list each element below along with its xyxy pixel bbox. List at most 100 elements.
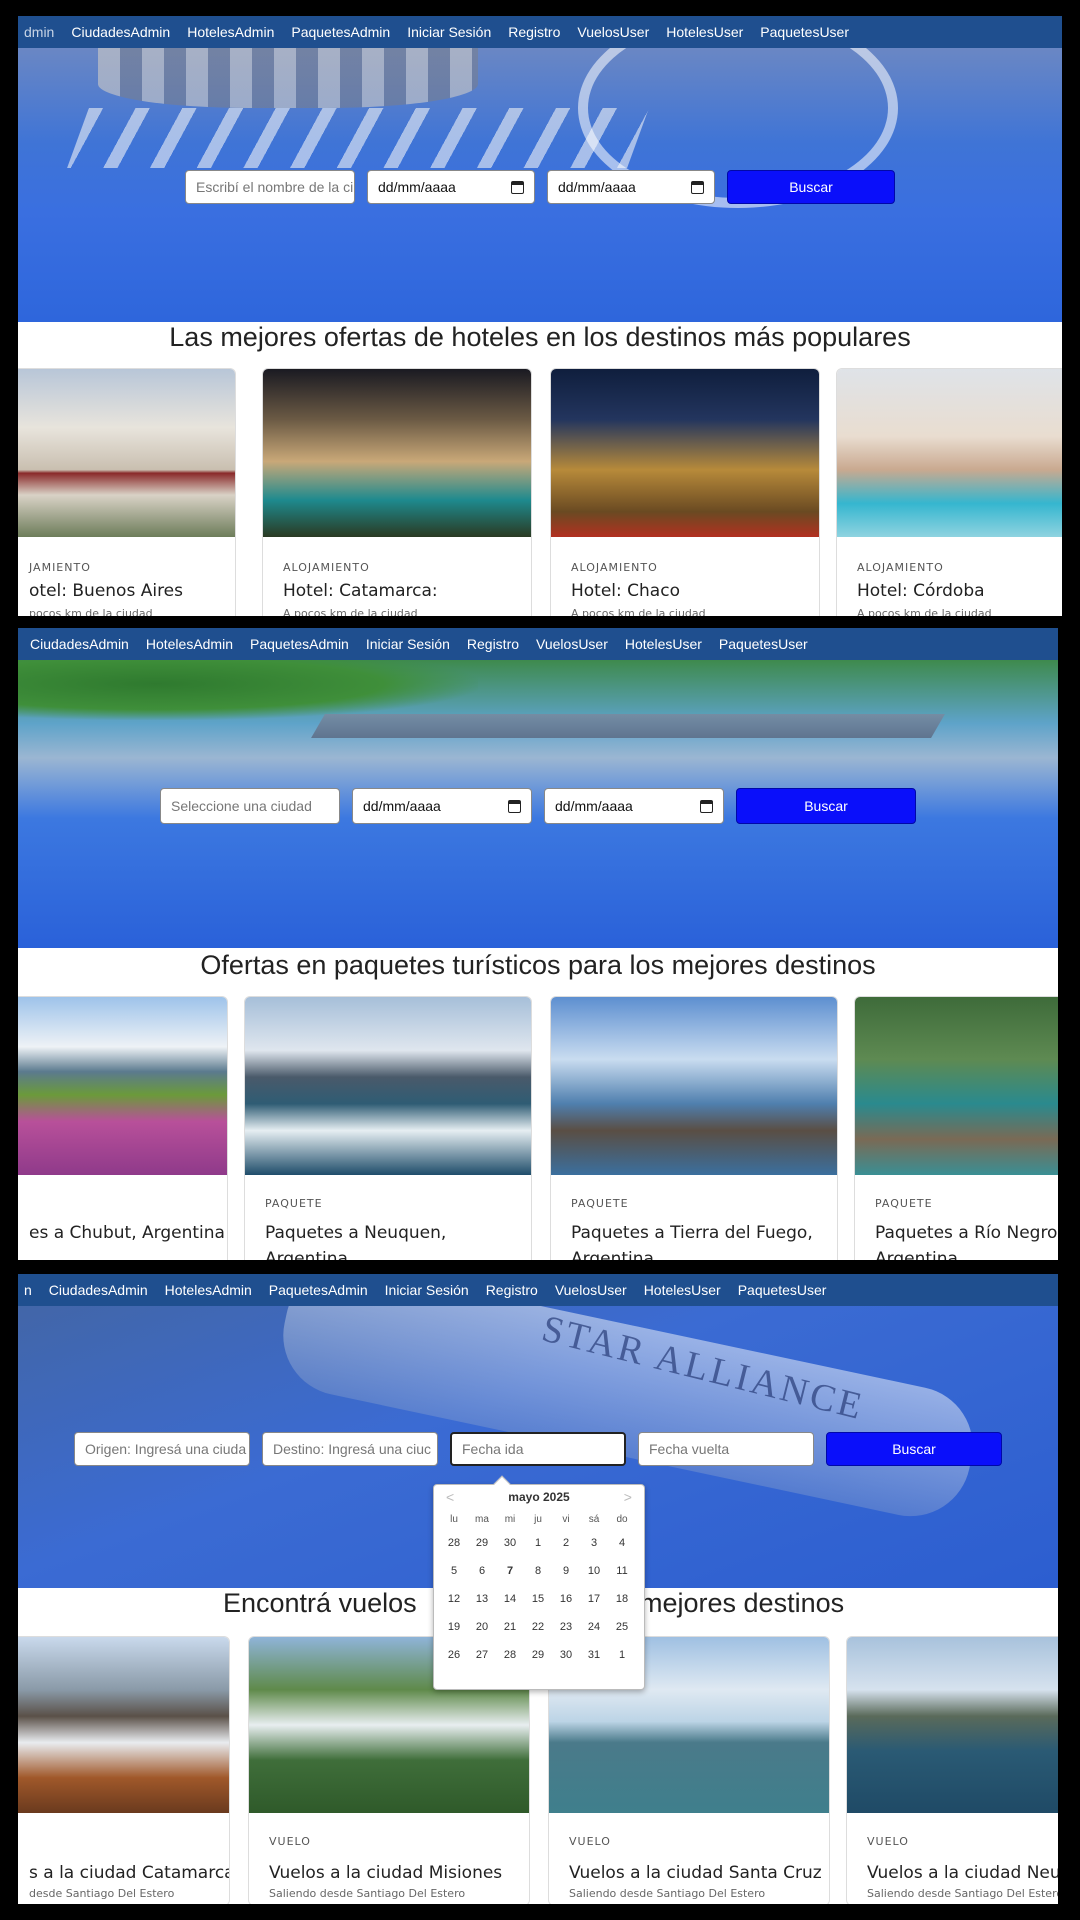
nav-item-login[interactable]: Iniciar Sesión	[385, 1282, 469, 1298]
day-cell[interactable]: 24	[580, 1613, 608, 1641]
calendar-icon[interactable]	[508, 799, 521, 813]
nav-item-ciudades-admin[interactable]: CiudadesAdmin	[30, 636, 129, 652]
day-cell[interactable]: 18	[608, 1585, 636, 1613]
flight-card[interactable]: s a la ciudad Catamarca desde Santiago D…	[18, 1636, 230, 1904]
day-cell[interactable]: 23	[552, 1613, 580, 1641]
end-date-input[interactable]: dd/mm/aaaa	[544, 788, 724, 824]
navbar: dmin CiudadesAdmin HotelesAdmin Paquetes…	[18, 16, 1062, 48]
package-card[interactable]: PAQUETE Paquetes a Río Negro, Argentina	[854, 996, 1058, 1260]
day-cell[interactable]: 7	[496, 1557, 524, 1585]
nav-item-registro[interactable]: Registro	[508, 24, 560, 40]
day-cell[interactable]: 28	[440, 1529, 468, 1557]
day-cell[interactable]: 28	[496, 1641, 524, 1669]
day-cell[interactable]: 9	[552, 1557, 580, 1585]
calendar-icon[interactable]	[700, 799, 713, 813]
flight-search-bar: Origen: Ingresá una ciuda Destino: Ingre…	[18, 1432, 1058, 1466]
datepicker-popup: < mayo 2025 > lu ma mi ju vi sá do 28 29 30 1 2 3 4 5 6…	[433, 1475, 645, 1690]
return-date-input[interactable]: Fecha vuelta	[638, 1432, 814, 1466]
section-title: Las mejores ofertas de hoteles en los de…	[169, 322, 911, 352]
departure-date-input[interactable]: Fecha ida	[450, 1432, 626, 1466]
flight-card[interactable]: VUELO Vuelos a la ciudad Neuq Saliendo d…	[846, 1636, 1058, 1904]
chevron-left-icon[interactable]: <	[446, 1489, 454, 1505]
nav-item-hoteles-admin[interactable]: HotelesAdmin	[187, 24, 274, 40]
day-cell[interactable]: 5	[440, 1557, 468, 1585]
day-cell[interactable]: 27	[468, 1641, 496, 1669]
day-cell[interactable]: 12	[440, 1585, 468, 1613]
origin-input[interactable]: Origen: Ingresá una ciuda	[74, 1432, 250, 1466]
nav-item-paquetes-admin[interactable]: PaquetesAdmin	[250, 636, 349, 652]
hotel-image	[18, 369, 235, 537]
day-cell[interactable]: 22	[524, 1613, 552, 1641]
day-cell[interactable]: 10	[580, 1557, 608, 1585]
start-date-input[interactable]: dd/mm/aaaa	[352, 788, 532, 824]
nav-item-ciudades-admin[interactable]: CiudadesAdmin	[49, 1282, 148, 1298]
day-cell[interactable]: 13	[468, 1585, 496, 1613]
day-cell[interactable]: 31	[580, 1641, 608, 1669]
nav-item-vuelos-user[interactable]: VuelosUser	[577, 24, 649, 40]
calendar-icon[interactable]	[691, 180, 704, 194]
nav-item-hoteles-user[interactable]: HotelesUser	[625, 636, 702, 652]
day-cell[interactable]: 3	[580, 1529, 608, 1557]
nav-item-registro[interactable]: Registro	[467, 636, 519, 652]
day-cell[interactable]: 15	[524, 1585, 552, 1613]
day-cell[interactable]: 17	[580, 1585, 608, 1613]
day-cell[interactable]: 30	[552, 1641, 580, 1669]
nav-item-paquetes-user[interactable]: PaquetesUser	[760, 24, 849, 40]
nav-item-paquetes-user[interactable]: PaquetesUser	[719, 636, 808, 652]
hotels-screenshot: dmin CiudadesAdmin HotelesAdmin Paquetes…	[18, 16, 1062, 616]
nav-item-login[interactable]: Iniciar Sesión	[366, 636, 450, 652]
flight-image	[18, 1637, 229, 1813]
city-select[interactable]: Seleccione una ciudad	[160, 788, 340, 824]
day-cell[interactable]: 16	[552, 1585, 580, 1613]
day-cell[interactable]: 29	[468, 1529, 496, 1557]
nav-item-hoteles-user[interactable]: HotelesUser	[666, 24, 743, 40]
day-cell[interactable]: 19	[440, 1613, 468, 1641]
hotel-card[interactable]: ALOJAMIENTO Hotel: Chaco A pocos km de l…	[550, 368, 820, 616]
day-cell[interactable]: 29	[524, 1641, 552, 1669]
day-cell[interactable]: 26	[440, 1641, 468, 1669]
day-cell[interactable]: 1	[608, 1641, 636, 1669]
calendar-icon[interactable]	[511, 180, 524, 194]
nav-item-registro[interactable]: Registro	[486, 1282, 538, 1298]
nav-item-vuelos-user[interactable]: VuelosUser	[536, 636, 608, 652]
nav-item-vuelos-user[interactable]: VuelosUser	[555, 1282, 627, 1298]
day-cell[interactable]: 21	[496, 1613, 524, 1641]
hotel-card[interactable]: JAMIENTO otel: Buenos Aires pocos km de …	[18, 368, 236, 616]
day-cell[interactable]: 14	[496, 1585, 524, 1613]
nav-item-paquetes-user[interactable]: PaquetesUser	[738, 1282, 827, 1298]
nav-item-admin[interactable]: dmin	[24, 24, 54, 40]
nav-item-hoteles-admin[interactable]: HotelesAdmin	[146, 636, 233, 652]
nav-item-ciudades-admin[interactable]: CiudadesAdmin	[71, 24, 170, 40]
package-card[interactable]: PAQUETE Paquetes a Tierra del Fuego, Arg…	[550, 996, 838, 1260]
nav-item-hoteles-admin[interactable]: HotelesAdmin	[165, 1282, 252, 1298]
day-cell[interactable]: 11	[608, 1557, 636, 1585]
package-card[interactable]: es a Chubut, Argentina	[18, 996, 228, 1260]
package-card[interactable]: PAQUETE Paquetes a Neuquen, Argentina	[244, 996, 532, 1260]
day-cell[interactable]: 2	[552, 1529, 580, 1557]
search-button[interactable]: Buscar	[826, 1432, 1002, 1466]
day-cell[interactable]: 8	[524, 1557, 552, 1585]
checkout-date-input[interactable]: dd/mm/aaaa	[547, 170, 715, 204]
day-cell[interactable]: 1	[524, 1529, 552, 1557]
nav-item-paquetes-admin[interactable]: PaquetesAdmin	[269, 1282, 368, 1298]
chevron-right-icon[interactable]: >	[624, 1489, 632, 1505]
day-cell[interactable]: 25	[608, 1613, 636, 1641]
day-cell[interactable]: 20	[468, 1613, 496, 1641]
day-cell[interactable]: 30	[496, 1529, 524, 1557]
package-image	[18, 997, 227, 1175]
day-cell[interactable]: 4	[608, 1529, 636, 1557]
day-cell[interactable]: 6	[468, 1557, 496, 1585]
nav-item-paquetes-admin[interactable]: PaquetesAdmin	[291, 24, 390, 40]
nav-item-login[interactable]: Iniciar Sesión	[407, 24, 491, 40]
destination-input[interactable]: Destino: Ingresá una ciuc	[262, 1432, 438, 1466]
search-button[interactable]: Buscar	[736, 788, 916, 824]
weekday-label: ma	[475, 1513, 489, 1525]
checkin-date-input[interactable]: dd/mm/aaaa	[367, 170, 535, 204]
nav-item-hoteles-user[interactable]: HotelesUser	[644, 1282, 721, 1298]
hotel-card[interactable]: ALOJAMIENTO Hotel: Catamarca: A pocos km…	[262, 368, 532, 616]
search-button[interactable]: Buscar	[727, 170, 895, 204]
hotel-card[interactable]: ALOJAMIENTO Hotel: Córdoba A pocos km de…	[836, 368, 1062, 616]
city-search-input[interactable]: Escribí el nombre de la ci	[185, 170, 355, 204]
nav-item-partial[interactable]: n	[24, 1282, 32, 1298]
datepicker-grid: lu ma mi ju vi sá do 28 29 30 1 2 3 4 5 6 7 8 9 10 11 12 13 14 1…	[434, 1509, 644, 1669]
